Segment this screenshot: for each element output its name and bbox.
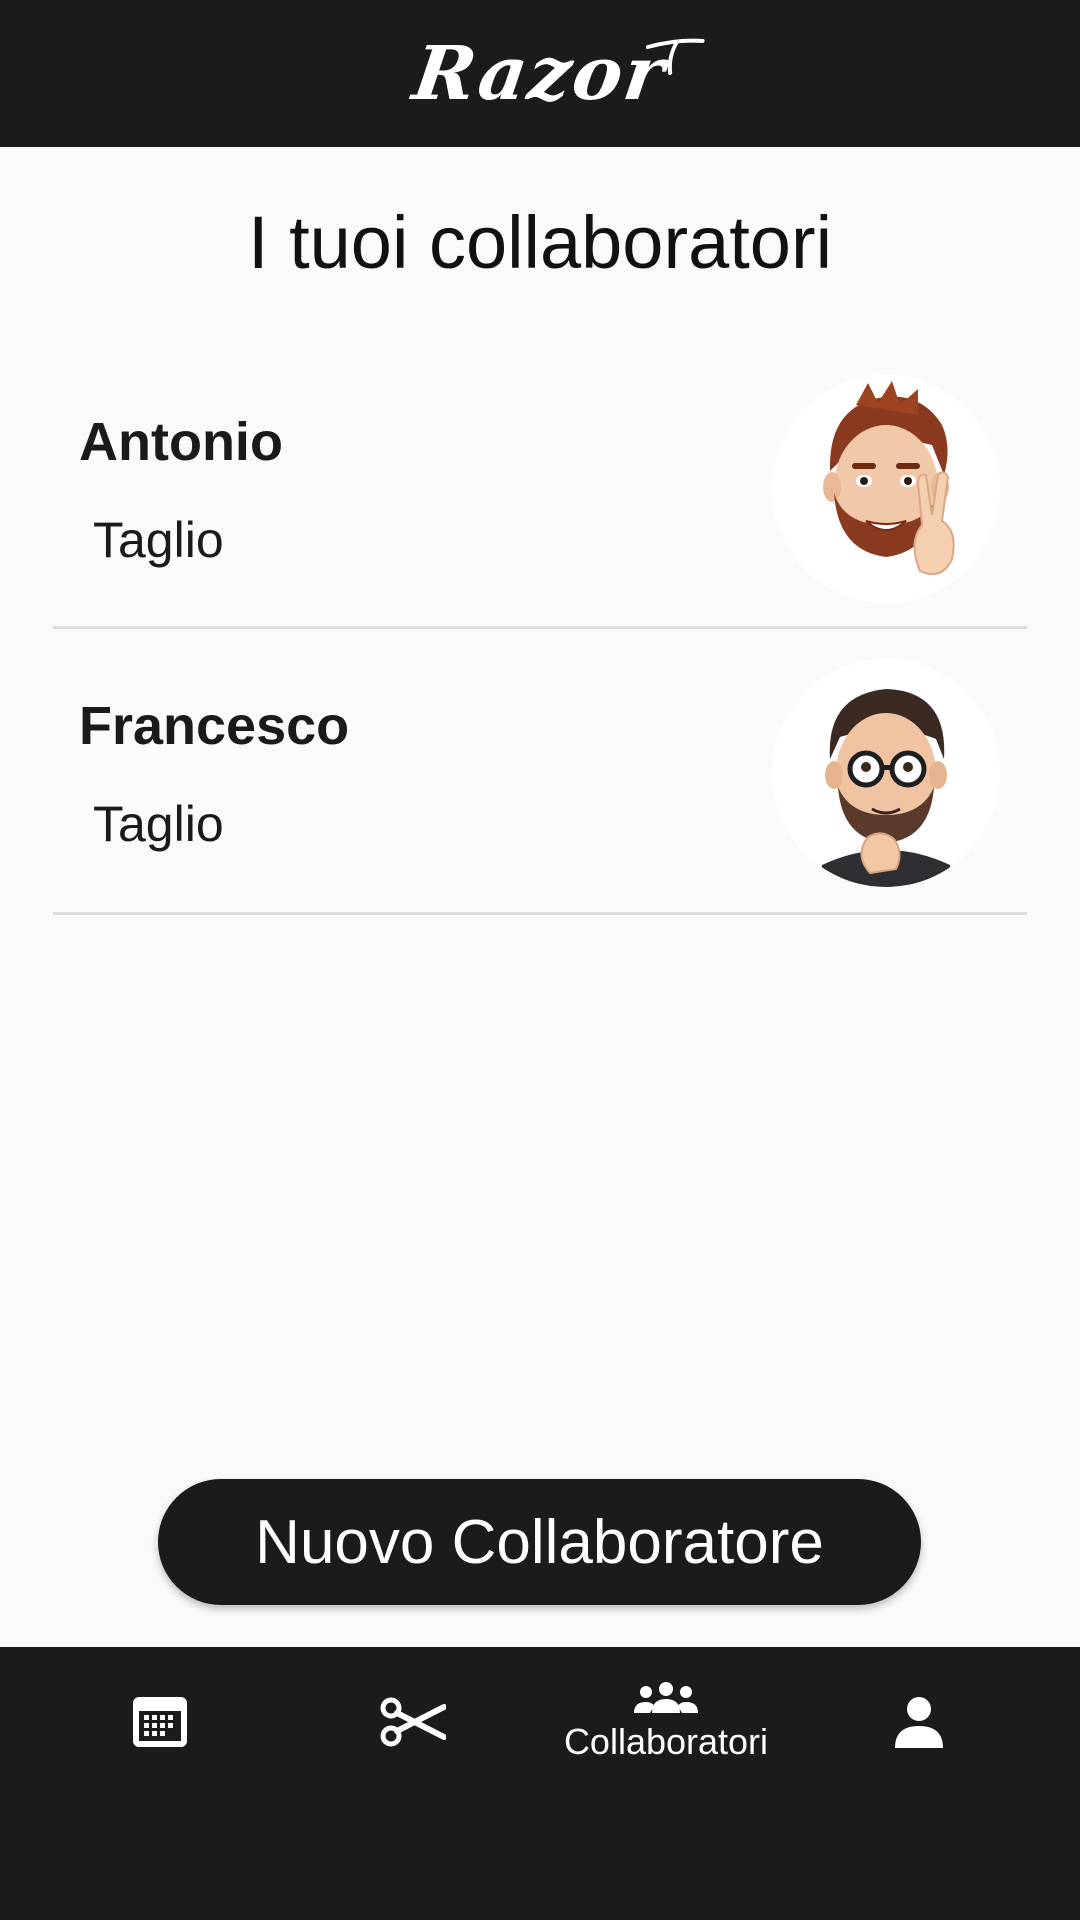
nav-item-services[interactable] [288,1647,538,1797]
collaborator-row-antonio[interactable]: Antonio Taglio [53,345,1027,629]
logo-swash-decoration [645,38,705,75]
collaborator-name: Francesco [79,696,350,756]
collaborator-row-francesco[interactable]: Francesco Taglio [53,629,1027,915]
collaborator-service: Taglio [93,512,224,568]
nav-item-profile[interactable] [794,1647,1044,1797]
avatar [772,659,1000,887]
person-icon [895,1697,943,1748]
bottom-navigation: Collaboratori [0,1647,1080,1920]
top-app-bar: Razor [0,0,1080,147]
page-title: I tuoi collaboratori [247,201,833,284]
memoji-beard-peace-avatar-icon [823,381,955,575]
collaborator-service: Taglio [93,796,224,852]
new-collaborator-button[interactable]: Nuovo Collaboratore [158,1479,921,1605]
avatar [772,375,1000,603]
collaborator-name: Antonio [79,412,283,472]
memoji-glasses-thinking-avatar-icon [822,689,950,887]
nav-item-collaboratori[interactable]: Collaboratori [541,1647,791,1797]
razor-logo: Razor [408,30,705,117]
logo-text: Razor [408,30,672,117]
collaborator-list: Antonio Taglio Francesco Taglio [53,345,1027,915]
people-icon [634,1682,698,1713]
calendar-icon [133,1697,187,1747]
scissors-icon [380,1697,446,1747]
nav-item-calendar[interactable] [35,1647,285,1797]
nav-label-collaboratori: Collaboratori [563,1721,769,1762]
